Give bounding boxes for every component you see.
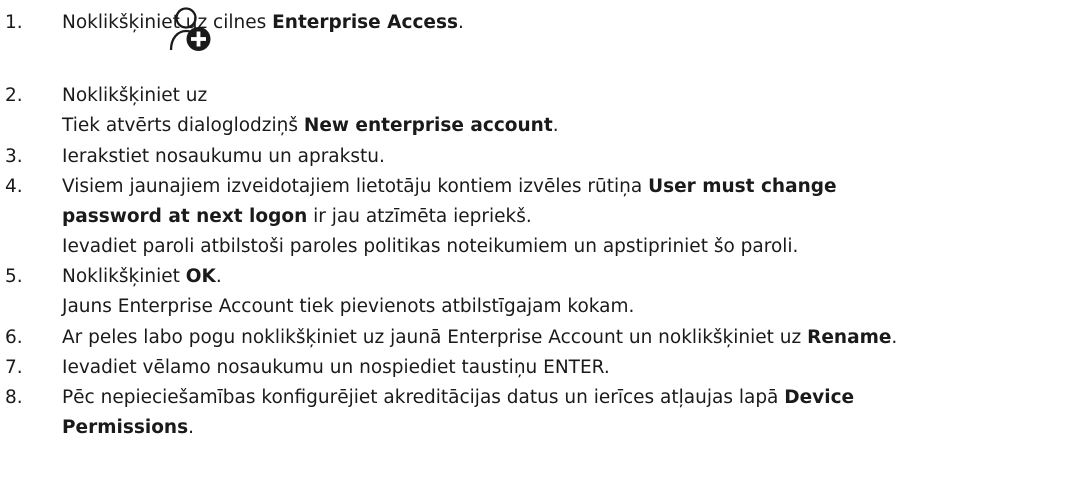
step-8-text-cont: Permissions. [62,417,194,438]
step-number: 2. [5,85,23,106]
step-4-text: Visiem jaunajiem izveidotajiem lietotāju… [62,176,837,197]
page: { "steps": [ { "number": "1.", "lines": … [0,0,1088,503]
step-number: 4. [5,176,23,197]
step-number: 8. [5,387,23,408]
step-3-text: Ierakstiet nosaukumu un aprakstu. [62,146,385,167]
step-number: 6. [5,327,23,348]
step-2-result: Tiek atvērts dialoglodziņš New enterpris… [62,115,559,136]
step-6-text: Ar peles labo pogu noklikšķiniet uz jaun… [62,327,898,348]
step-5-result: Jauns Enterprise Account tiek pievienots… [62,296,635,317]
step-number: 5. [5,266,23,287]
step-7-text: Ievadiet vēlamo nosaukumu un nospiediet … [62,357,610,378]
step-4-result: Ievadiet paroli atbilstoši paroles polit… [62,236,799,257]
step-number: 7. [5,357,23,378]
step-number: 3. [5,146,23,167]
step-5-text: Noklikšķiniet OK. [62,266,222,287]
step-4-text-cont: password at next logon ir jau atzīmēta i… [62,206,532,227]
add-user-icon [169,7,211,51]
step-1-text: Noklikšķiniet uz cilnes Enterprise Acces… [62,12,464,33]
step-number: 1. [5,12,23,33]
step-8-text: Pēc nepieciešamības konfigurējiet akredi… [62,387,855,408]
step-2-text: Noklikšķiniet uz [62,85,208,106]
